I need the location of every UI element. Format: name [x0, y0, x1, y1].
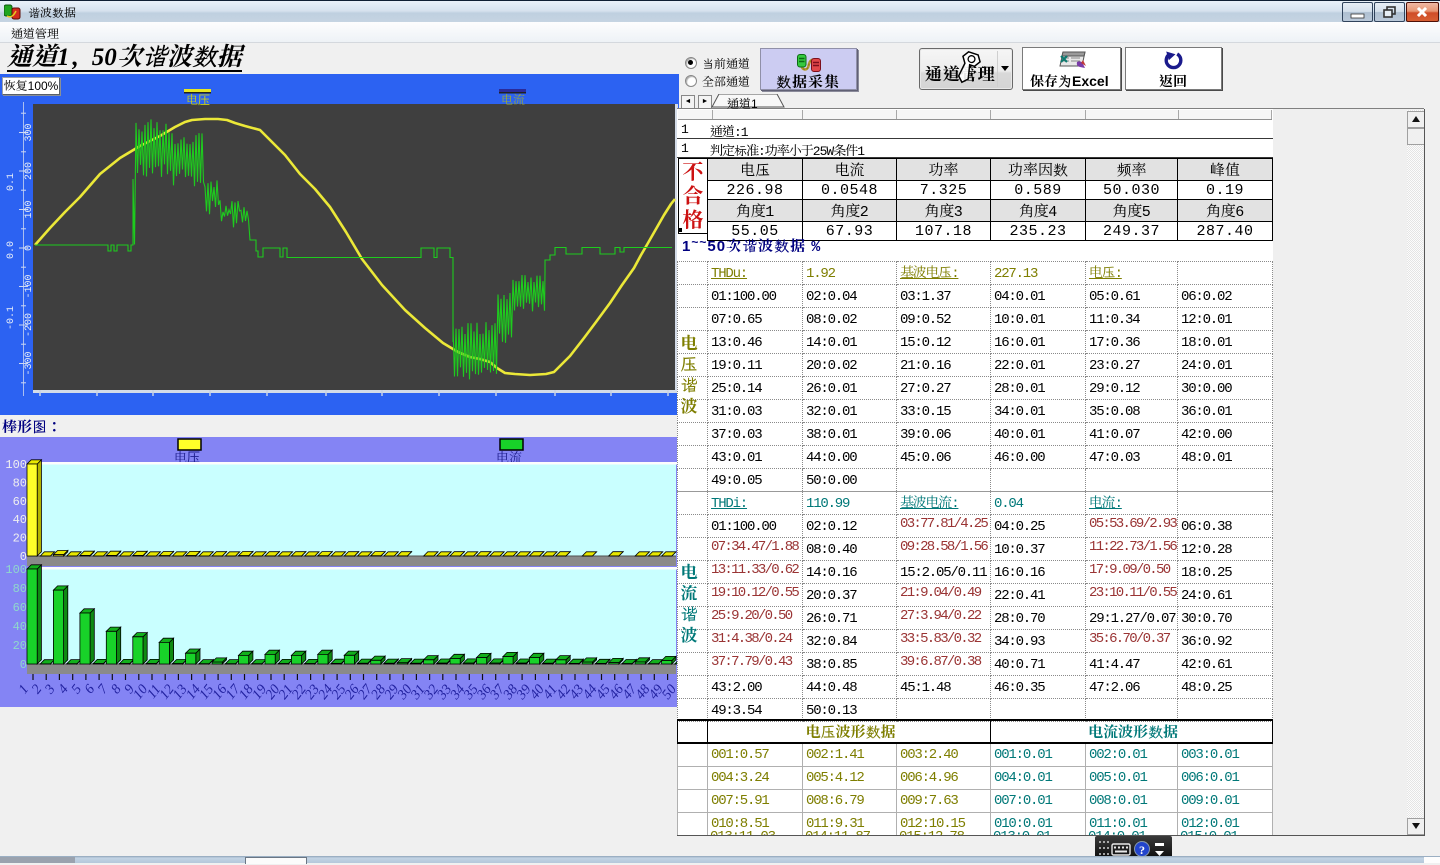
svg-text:100: 100: [24, 200, 35, 218]
svg-text:100: 100: [5, 563, 27, 577]
svg-text:60: 60: [13, 601, 27, 615]
svg-text:0.0: 0.0: [6, 241, 17, 259]
svg-text:300: 300: [24, 123, 35, 141]
svg-text:200: 200: [24, 162, 35, 180]
svg-text:0.1: 0.1: [6, 173, 17, 191]
svg-text:0: 0: [20, 550, 27, 564]
svg-text:20: 20: [13, 639, 27, 653]
svg-text:0: 0: [20, 658, 27, 672]
svg-text:?: ?: [1139, 843, 1145, 857]
svg-text:电压: 电压: [186, 91, 210, 108]
svg-text:-300: -300: [24, 351, 35, 375]
svg-text:60: 60: [13, 495, 27, 509]
svg-text:80: 80: [13, 582, 27, 596]
svg-text:40: 40: [13, 513, 27, 527]
svg-text:-0.1: -0.1: [6, 306, 17, 330]
svg-text:0: 0: [24, 245, 35, 251]
svg-text:40: 40: [13, 620, 27, 634]
svg-text:电流: 电流: [501, 91, 525, 108]
svg-text:-100: -100: [24, 274, 35, 298]
svg-text:80: 80: [13, 476, 27, 490]
svg-text:-200: -200: [24, 313, 35, 337]
svg-text:100: 100: [5, 458, 27, 472]
svg-text:20: 20: [13, 532, 27, 546]
